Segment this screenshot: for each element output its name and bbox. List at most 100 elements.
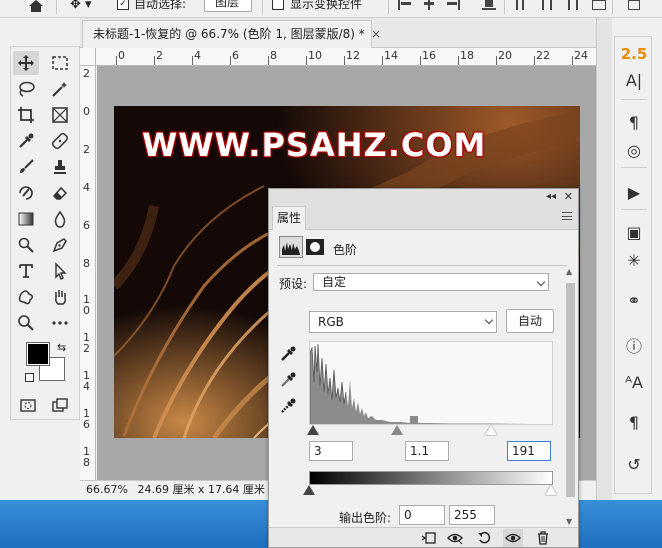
scroll-up-icon[interactable]: ▲ (566, 267, 572, 276)
input-white-handle[interactable] (485, 425, 497, 435)
zoom-level[interactable]: 66.67% (86, 483, 128, 496)
move-tool-icon[interactable]: ✥ ▾ (70, 0, 92, 11)
more-options-icon[interactable] (628, 0, 642, 10)
preset-dropdown[interactable]: 自定 (313, 273, 549, 291)
output-white-field[interactable]: 255 (449, 505, 495, 525)
pen-tool[interactable] (47, 233, 73, 257)
adjustments-icon[interactable]: ✳ (615, 251, 653, 273)
library-icon[interactable]: ▣ (615, 223, 653, 245)
channels-icon[interactable]: ⚭ (615, 291, 653, 313)
auto-select-dropdown[interactable]: 图层 (204, 0, 252, 12)
history-brush-tool[interactable] (13, 181, 39, 205)
right-panel-icons: 2.5 A| ¶ ◎ ▶ ▣ ✳ ⚭ ⓘ ᴬA ¶ ↺ (614, 36, 652, 494)
dodge-tool[interactable] (13, 233, 39, 257)
distribute-center-icon[interactable] (540, 0, 554, 10)
show-transform-checkbox[interactable] (272, 0, 284, 10)
more-tools-button[interactable] (47, 311, 73, 335)
toggle-visibility-icon[interactable] (503, 529, 523, 547)
gray-point-eyedropper-icon[interactable] (279, 371, 297, 389)
view-previous-state-icon[interactable] (445, 529, 465, 547)
input-levels-slider[interactable] (307, 425, 553, 439)
vertical-ruler: 2 0 2 4 6 8 1 0 1 2 1 4 1 6 1 8 (80, 66, 96, 480)
auto-select-checkbox[interactable]: ✓ (117, 0, 129, 10)
path-selection-tool[interactable] (47, 259, 73, 283)
scroll-down-icon[interactable]: ▼ (566, 517, 572, 526)
disc-icon[interactable]: ◎ (615, 141, 653, 163)
default-colors-icon[interactable] (25, 373, 34, 382)
scrollbar-thumb[interactable] (566, 283, 575, 497)
panel-titlebar[interactable]: ◂◂ ✕ (269, 189, 578, 204)
ruler-tick-label: 4 (83, 181, 90, 194)
character-styles-icon[interactable]: ᴬA (615, 373, 653, 395)
output-black-handle[interactable] (303, 485, 315, 495)
paragraph-icon[interactable]: ¶ (615, 113, 653, 135)
input-gamma-field[interactable]: 1.1 (405, 441, 449, 461)
paragraph-styles-icon[interactable]: ¶ (615, 413, 653, 435)
white-point-eyedropper-icon[interactable] (279, 397, 297, 415)
align-right-icon[interactable] (446, 0, 460, 10)
gradient-tool[interactable] (13, 207, 39, 231)
close-tab-icon[interactable]: × (371, 21, 381, 47)
screen-mode-button[interactable] (47, 393, 73, 417)
eraser-tool[interactable] (47, 181, 73, 205)
shape-icon (18, 290, 33, 305)
custom-shape-tool[interactable] (13, 285, 39, 309)
ruler-tick-mark (496, 56, 497, 65)
distribute-right-icon[interactable] (564, 0, 578, 10)
input-black-field[interactable]: 3 (309, 441, 353, 461)
clip-to-layer-icon[interactable] (419, 529, 439, 547)
delete-icon[interactable] (533, 529, 553, 547)
move-tool[interactable] (13, 51, 39, 75)
output-white-handle[interactable] (545, 485, 557, 495)
lasso-tool[interactable] (13, 77, 39, 101)
zoom-tool[interactable] (13, 311, 39, 335)
ruler-tick-label: 12 (346, 49, 360, 62)
marquee-tool[interactable] (47, 51, 73, 75)
ruler-tick-mark (382, 56, 383, 65)
tab-properties[interactable]: 属性 (272, 206, 306, 230)
brush-size-readout[interactable]: 2.5 (615, 45, 653, 67)
quick-mask-button[interactable] (15, 393, 41, 417)
stamp-tool[interactable] (47, 155, 73, 179)
align-left-icon[interactable] (398, 0, 412, 10)
document-tab[interactable]: 未标题-1-恢复的 @ 66.7% (色阶 1, 图层蒙版/8) * × (82, 20, 381, 48)
play-icon[interactable]: ▶ (615, 183, 653, 205)
channel-dropdown[interactable]: RGB (309, 311, 497, 333)
close-icon[interactable]: ✕ (564, 189, 573, 204)
layer-mask-icon[interactable] (305, 238, 325, 256)
eyedropper-tool[interactable] (13, 129, 39, 153)
distribute-spacing-icon[interactable] (592, 0, 606, 10)
brush-tool[interactable] (13, 155, 39, 179)
input-gamma-handle[interactable] (391, 425, 403, 435)
foreground-color-swatch[interactable] (26, 342, 50, 366)
info-icon[interactable]: ⓘ (615, 333, 653, 356)
panel-menu-icon[interactable] (562, 212, 572, 220)
input-white-field[interactable]: 191 (507, 441, 551, 461)
collapse-icon[interactable]: ◂◂ (546, 189, 556, 204)
frame-tool[interactable] (47, 103, 73, 127)
input-black-handle[interactable] (307, 425, 319, 435)
magic-wand-tool[interactable] (47, 77, 73, 101)
ruler-corner (80, 48, 96, 66)
levels-histogram-icon[interactable] (279, 236, 303, 258)
distribute-icon[interactable] (516, 0, 530, 10)
ruler-tick-label: 6 (232, 49, 239, 62)
blur-tool[interactable] (47, 207, 73, 231)
healing-brush-tool[interactable] (47, 129, 73, 153)
align-bottom-icon[interactable] (482, 0, 496, 10)
output-levels-slider[interactable] (303, 485, 557, 497)
type-tool[interactable] (13, 259, 39, 283)
home-icon[interactable] (26, 0, 46, 12)
align-center-h-icon[interactable] (422, 0, 436, 10)
auto-button[interactable]: 自动 (506, 309, 554, 333)
reset-icon[interactable] (475, 529, 495, 547)
history-icon[interactable]: ↺ (615, 455, 653, 477)
crop-tool[interactable] (13, 103, 39, 127)
output-black-field[interactable]: 0 (399, 505, 445, 525)
panel-scrollbar[interactable]: ▲ ▼ (565, 267, 577, 527)
hand-tool[interactable] (47, 285, 73, 309)
black-point-eyedropper-icon[interactable] (279, 345, 297, 363)
character-icon[interactable]: A| (615, 71, 653, 93)
swap-colors-icon[interactable]: ⇆ (57, 341, 66, 354)
ruler-tick-label: 16 (422, 49, 436, 62)
